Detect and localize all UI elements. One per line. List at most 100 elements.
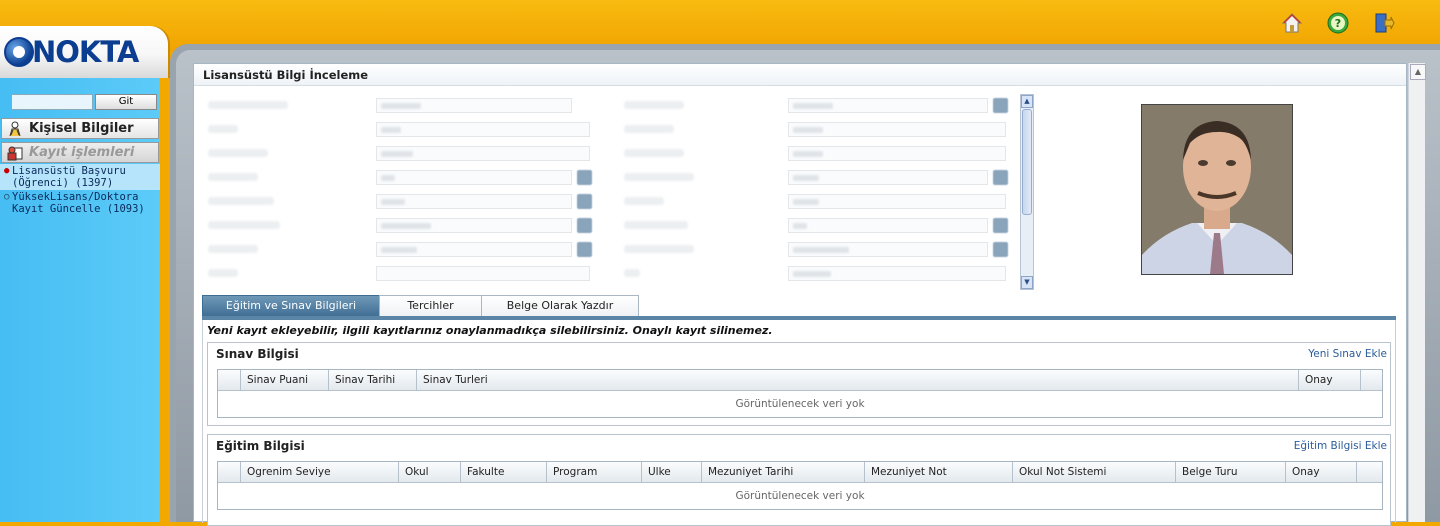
tab-strip: Eğitim ve Sınav Bilgileri Tercihler Belg… <box>202 295 639 317</box>
form-field[interactable] <box>788 122 1006 137</box>
form-label <box>624 269 640 277</box>
form-label <box>624 149 684 157</box>
form-label <box>624 197 664 205</box>
dropdown-icon[interactable] <box>577 218 592 233</box>
exam-section-title: Sınav Bilgisi <box>216 347 299 361</box>
scroll-up-icon[interactable]: ▲ <box>1410 64 1426 80</box>
form-field[interactable] <box>376 194 572 209</box>
tab-print-document[interactable]: Belge Olarak Yazdır <box>481 295 639 317</box>
form-field[interactable] <box>788 146 1006 161</box>
page-scrollbar[interactable]: ▲ <box>1408 63 1426 522</box>
grid-header[interactable]: Mezuniyet Not <box>865 462 1013 482</box>
form-label <box>624 125 674 133</box>
form-field[interactable] <box>376 122 590 137</box>
grid-header[interactable]: Ogrenim Seviye <box>241 462 399 482</box>
sidebar-subitems: ● Lisansüstü Başvuru (Öğrenci) (1397) ○ … <box>0 164 160 216</box>
form-label <box>208 197 274 205</box>
form-label <box>208 245 258 253</box>
form-field[interactable] <box>788 242 988 257</box>
scroll-down-icon[interactable]: ▼ <box>1021 276 1033 289</box>
registration-icon <box>5 144 25 161</box>
form-label <box>624 101 684 109</box>
empty-message: Görüntülenecek veri yok <box>735 490 865 502</box>
sidebar-search-input[interactable] <box>11 94 93 110</box>
form-label <box>208 101 288 109</box>
form-field[interactable] <box>376 98 572 113</box>
form-field[interactable] <box>376 146 590 161</box>
menu-registration-label: Kayıt işlemleri <box>29 145 135 160</box>
education-section-title: Eğitim Bilgisi <box>216 439 305 453</box>
dropdown-icon[interactable] <box>577 194 592 209</box>
form-field[interactable] <box>376 242 572 257</box>
home-icon[interactable] <box>1280 11 1304 35</box>
tab-content: Yeni kayıt ekleyebilir, ilgili kayıtları… <box>202 320 1396 526</box>
logo-mark <box>4 37 34 67</box>
blurred-form <box>204 94 1034 290</box>
empty-message: Görüntülenecek veri yok <box>735 398 865 410</box>
grid-header[interactable]: Fakulte <box>461 462 547 482</box>
svg-text:?: ? <box>1335 17 1341 30</box>
form-label <box>208 125 238 133</box>
tab-preferences[interactable]: Tercihler <box>379 295 482 317</box>
scroll-thumb[interactable] <box>1022 109 1032 215</box>
dropdown-icon[interactable] <box>993 218 1008 233</box>
logo: NOKTA <box>4 35 139 69</box>
form-field[interactable] <box>376 170 572 185</box>
grid-header[interactable]: Sinav Tarihi <box>329 370 417 390</box>
dropdown-icon[interactable] <box>577 242 592 257</box>
dropdown-icon[interactable] <box>993 98 1008 113</box>
panel-title: Lisansüstü Bilgi İnceleme <box>194 64 1406 86</box>
form-field[interactable] <box>376 266 590 281</box>
logo-text: NOKTA <box>32 35 139 69</box>
grid-header[interactable]: Belge Turu <box>1176 462 1286 482</box>
go-button[interactable]: Git <box>95 94 157 110</box>
sidebar-item-label: YüksekLisans/Doktora Kayıt Güncelle (109… <box>12 191 145 215</box>
bullet-icon: ● <box>4 166 10 176</box>
grid-header[interactable]: Program <box>547 462 642 482</box>
sidebar: Git Kişisel Bilgiler Kayıt işlemleri ● L… <box>0 78 160 522</box>
education-grid: Ogrenim Seviye Okul Fakulte Program Ulke… <box>217 461 1383 510</box>
bullet-icon: ○ <box>4 192 10 202</box>
scroll-up-icon[interactable]: ▲ <box>1021 95 1033 108</box>
form-field[interactable] <box>788 170 988 185</box>
dropdown-icon[interactable] <box>577 170 592 185</box>
grid-header-select <box>218 462 241 482</box>
tab-education-exam[interactable]: Eğitim ve Sınav Bilgileri <box>202 295 380 317</box>
add-exam-link[interactable]: Yeni Sınav Ekle <box>1308 348 1387 360</box>
form-label <box>208 173 258 181</box>
exam-grid: Sinav Puani Sinav Tarihi Sinav Turleri O… <box>217 369 1383 418</box>
grid-header[interactable]: Onay <box>1299 370 1361 390</box>
grid-header[interactable]: Ulke <box>642 462 702 482</box>
dropdown-icon[interactable] <box>993 242 1008 257</box>
menu-personal-info[interactable]: Kişisel Bilgiler <box>1 118 159 139</box>
form-field[interactable] <box>788 98 988 113</box>
exam-section: Sınav Bilgisi Yeni Sınav Ekle Sinav Puan… <box>207 342 1391 426</box>
grid-header[interactable]: Okul Not Sistemi <box>1013 462 1176 482</box>
dropdown-icon[interactable] <box>993 170 1008 185</box>
grid-header[interactable]: Mezuniyet Tarihi <box>702 462 865 482</box>
form-label <box>208 149 268 157</box>
menu-registration[interactable]: Kayıt işlemleri <box>1 142 159 163</box>
help-icon[interactable]: ? <box>1326 11 1350 35</box>
grid-header-actions <box>1361 370 1382 390</box>
sidebar-item-graduate-application[interactable]: ● Lisansüstü Başvuru (Öğrenci) (1397) <box>0 164 160 190</box>
sidebar-item-label: Lisansüstü Başvuru (Öğrenci) (1397) <box>12 165 126 189</box>
grid-header[interactable]: Onay <box>1286 462 1357 482</box>
student-photo <box>1141 104 1293 275</box>
grid-header-select <box>218 370 241 390</box>
form-field[interactable] <box>788 194 1006 209</box>
form-label <box>208 269 238 277</box>
form-scrollbar[interactable]: ▲ ▼ <box>1020 94 1034 290</box>
grid-header[interactable]: Sinav Puani <box>241 370 329 390</box>
sidebar-item-registration-update[interactable]: ○ YüksekLisans/Doktora Kayıt Güncelle (1… <box>0 190 160 216</box>
grid-header[interactable]: Sinav Turleri <box>417 370 1299 390</box>
form-label <box>624 173 694 181</box>
add-education-link[interactable]: Eğitim Bilgisi Ekle <box>1294 440 1387 452</box>
form-field[interactable] <box>788 266 1006 281</box>
form-field[interactable] <box>788 218 988 233</box>
form-label <box>624 245 694 253</box>
form-field[interactable] <box>376 218 572 233</box>
grid-header[interactable]: Okul <box>399 462 461 482</box>
exit-icon[interactable] <box>1372 11 1396 35</box>
grid-header-actions <box>1357 462 1378 482</box>
